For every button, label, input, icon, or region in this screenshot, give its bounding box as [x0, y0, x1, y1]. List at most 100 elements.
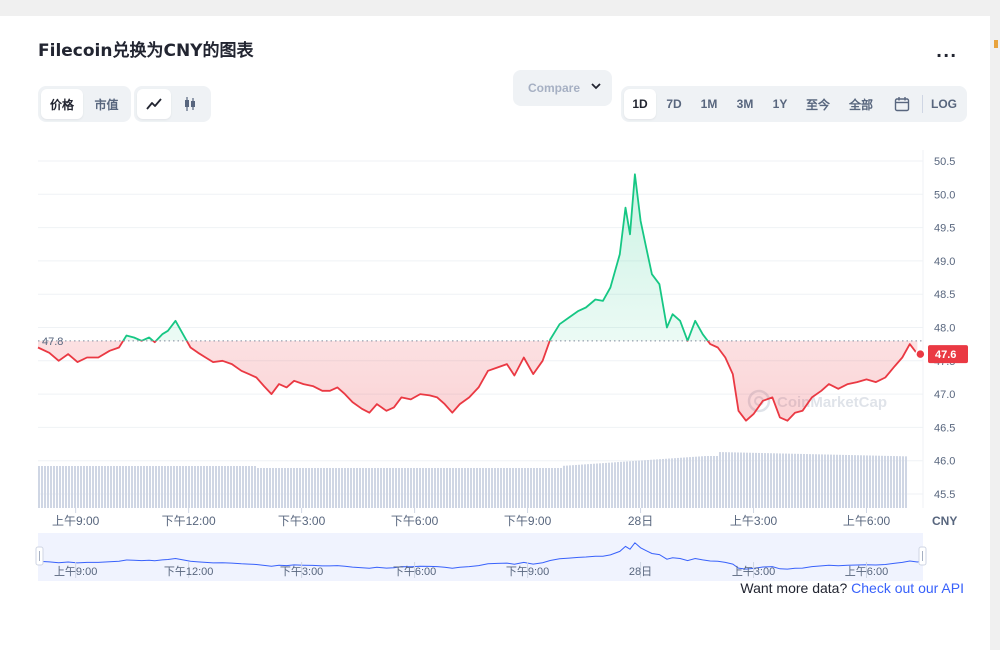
- volume-bar: [389, 468, 391, 508]
- volume-bar: [893, 456, 895, 508]
- volume-bar: [581, 464, 583, 508]
- navigator-tick-label: 上午3:00: [732, 565, 775, 578]
- volume-bar: [398, 468, 400, 508]
- volume-bar: [473, 468, 475, 508]
- volume-bar: [242, 466, 244, 508]
- volume-bar: [377, 468, 379, 508]
- volume-bar: [149, 466, 151, 508]
- x-tick-label: 上午6:00: [843, 514, 891, 528]
- volume-bar: [281, 468, 283, 508]
- volume-bar: [746, 452, 748, 508]
- volume-bar: [779, 453, 781, 508]
- volume-bar: [113, 466, 115, 508]
- volume-bar: [617, 462, 619, 508]
- volume-bar: [170, 466, 172, 508]
- volume-bar: [758, 452, 760, 508]
- volume-bar: [662, 458, 664, 508]
- volume-bar: [128, 466, 130, 508]
- volume-bar: [695, 456, 697, 508]
- volume-bar: [755, 452, 757, 508]
- volume-bar: [428, 468, 430, 508]
- navigator-left-handle[interactable]: [35, 546, 44, 566]
- volume-bar: [788, 453, 790, 508]
- volume-bar: [62, 466, 64, 508]
- volume-bar: [611, 462, 613, 508]
- volume-bar: [416, 468, 418, 508]
- volume-bar: [461, 468, 463, 508]
- volume-bar: [476, 468, 478, 508]
- volume-bar: [902, 456, 904, 508]
- x-tick-label: 下午6:00: [391, 514, 439, 528]
- api-link[interactable]: Check out our API: [851, 580, 964, 596]
- volume-bar: [878, 455, 880, 508]
- volume-bar: [203, 466, 205, 508]
- reference-label: 47.8: [42, 336, 63, 348]
- volume-bar: [401, 468, 403, 508]
- volume-bar: [884, 455, 886, 508]
- volume-bar: [644, 460, 646, 508]
- volume-bar: [497, 468, 499, 508]
- volume-bar: [527, 468, 529, 508]
- y-tick-label: 46.5: [934, 422, 955, 434]
- volume-bar: [689, 457, 691, 508]
- volume-bar: [140, 466, 142, 508]
- volume-bar: [212, 466, 214, 508]
- volume-bar: [356, 468, 358, 508]
- volume-bar: [74, 466, 76, 508]
- y-tick-label: 48.5: [934, 289, 955, 301]
- volume-bar: [125, 466, 127, 508]
- current-price-text: 47.6: [935, 349, 956, 361]
- price-chart[interactable]: CoinMarketCap 47.8 45.546.046.547.047.54…: [0, 0, 1000, 650]
- volume-bar: [848, 455, 850, 508]
- volume-bar: [179, 466, 181, 508]
- volume-bar: [341, 468, 343, 508]
- volume-bar: [542, 468, 544, 508]
- volume-bar: [221, 466, 223, 508]
- volume-bar: [209, 466, 211, 508]
- volume-bar: [110, 466, 112, 508]
- volume-bar: [386, 468, 388, 508]
- price-area: [38, 174, 918, 421]
- volume-bar: [137, 466, 139, 508]
- volume-bar: [566, 465, 568, 508]
- volume-bar: [548, 468, 550, 508]
- volume-bar: [515, 468, 517, 508]
- volume-bar: [359, 468, 361, 508]
- volume-bar: [245, 466, 247, 508]
- volume-bar: [290, 468, 292, 508]
- volume-bar: [419, 468, 421, 508]
- volume-bar: [470, 468, 472, 508]
- volume-bar: [569, 465, 571, 508]
- volume-bar: [95, 466, 97, 508]
- volume-bar: [773, 453, 775, 508]
- volume-bar: [659, 459, 661, 508]
- volume-bar: [716, 456, 718, 508]
- volume-bar: [824, 454, 826, 508]
- volume-bar: [233, 466, 235, 508]
- volume-bar: [152, 466, 154, 508]
- volume-bar: [707, 456, 709, 508]
- volume-bar: [701, 456, 703, 508]
- volume-bar: [344, 468, 346, 508]
- volume-bar: [593, 463, 595, 508]
- volume-bar: [407, 468, 409, 508]
- volume-bar: [83, 466, 85, 508]
- volume-bar: [311, 468, 313, 508]
- volume-bar: [749, 452, 751, 508]
- volume-bar: [191, 466, 193, 508]
- volume-bar: [383, 468, 385, 508]
- volume-bar: [596, 463, 598, 508]
- volume-bar: [347, 468, 349, 508]
- volume-bar: [629, 461, 631, 508]
- volume-bar: [350, 468, 352, 508]
- volume-bar: [158, 466, 160, 508]
- volume-bar: [332, 468, 334, 508]
- y-tick-label: 49.0: [934, 256, 955, 268]
- volume-bar: [431, 468, 433, 508]
- volume-bar: [815, 454, 817, 508]
- volume-bar: [866, 455, 868, 508]
- volume-bar: [518, 468, 520, 508]
- volume-bar: [722, 452, 724, 508]
- navigator-right-handle[interactable]: [918, 546, 927, 566]
- volume-bar: [326, 468, 328, 508]
